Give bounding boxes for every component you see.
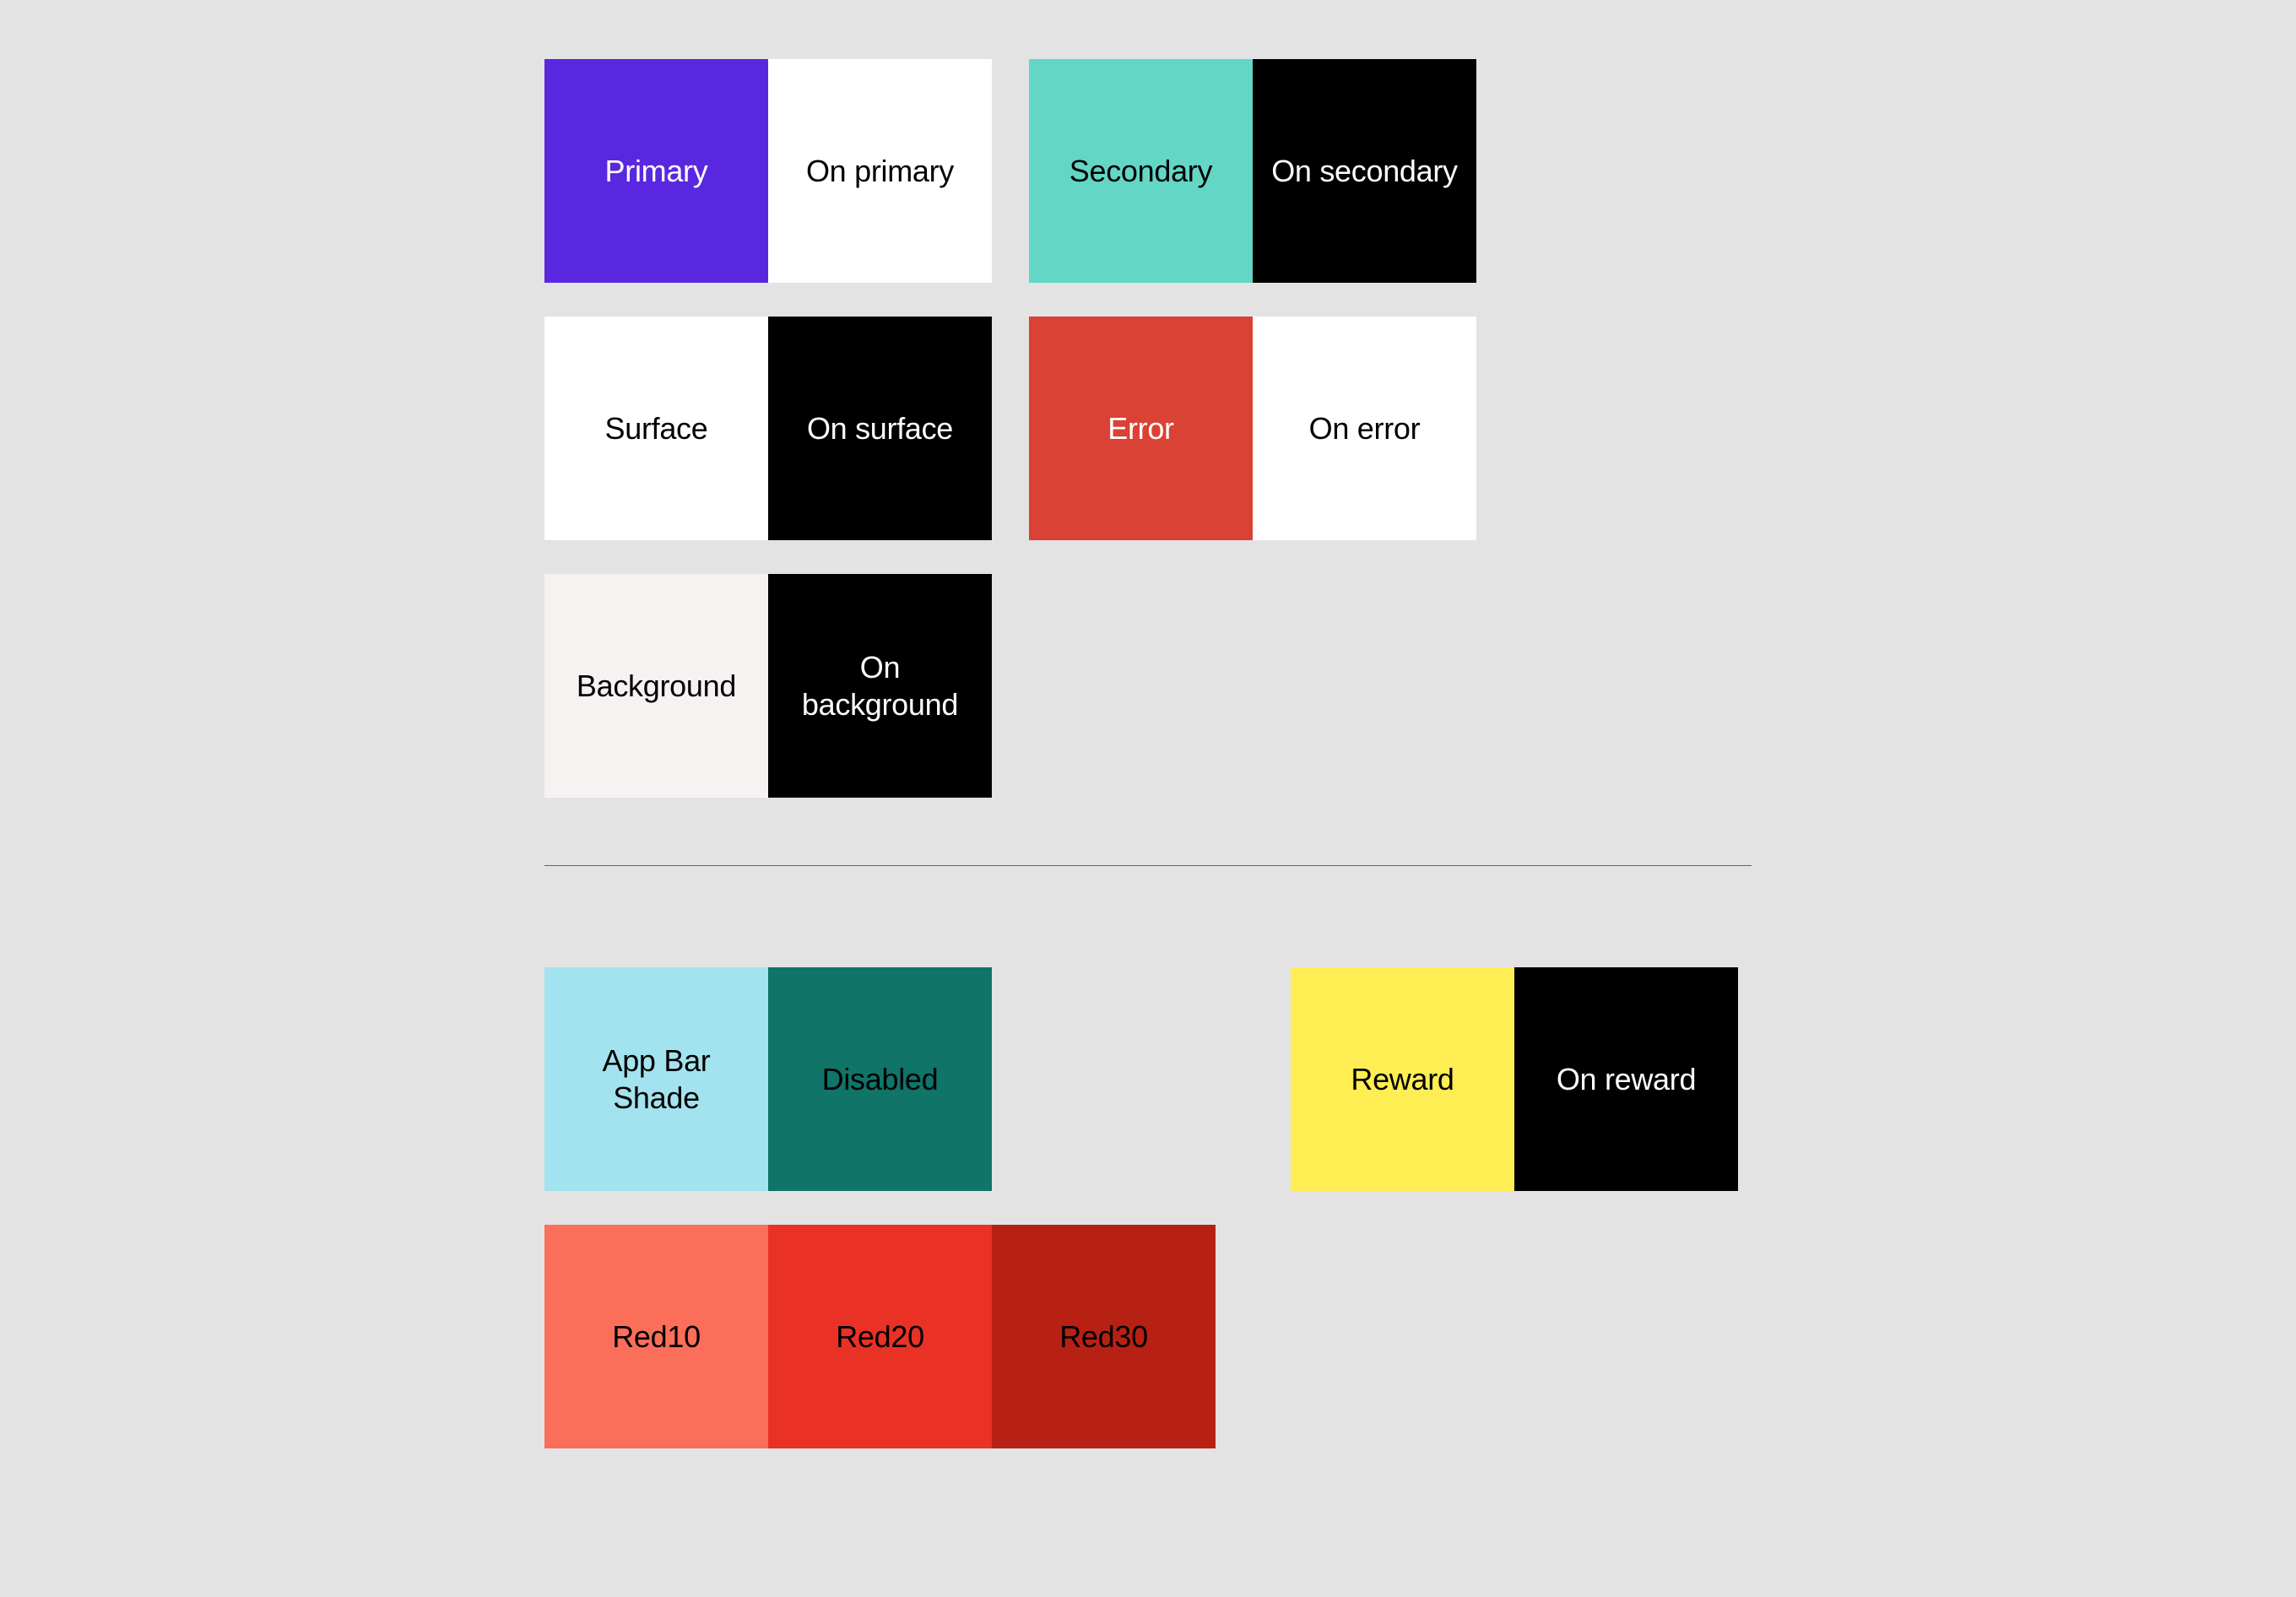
swatch-red30: Red30: [992, 1225, 1216, 1448]
row-primary-secondary: Primary On primary Secondary On secondar…: [544, 59, 1752, 283]
swatch-on-error: On error: [1253, 317, 1476, 540]
swatch-on-background: On background: [768, 574, 992, 798]
swatch-on-secondary: On secondary: [1253, 59, 1476, 283]
triple-reds: Red10 Red20 Red30: [544, 1225, 1216, 1448]
swatch-on-surface: On surface: [768, 317, 992, 540]
row-surface-error: Surface On surface Error On error: [544, 317, 1752, 540]
palette-container: Primary On primary Secondary On secondar…: [544, 59, 1752, 1563]
pair-surface: Surface On surface: [544, 317, 992, 540]
swatch-appbar-shade: App Bar Shade: [544, 967, 768, 1191]
swatch-reward: Reward: [1291, 967, 1514, 1191]
swatch-red10: Red10: [544, 1225, 768, 1448]
swatch-error: Error: [1029, 317, 1253, 540]
pair-appbar-disabled: App Bar Shade Disabled: [544, 967, 992, 1191]
swatch-background: Background: [544, 574, 768, 798]
swatch-secondary: Secondary: [1029, 59, 1253, 283]
row-appbar-reward: App Bar Shade Disabled Reward On reward: [544, 967, 1752, 1191]
pair-primary: Primary On primary: [544, 59, 992, 283]
pair-secondary: Secondary On secondary: [1029, 59, 1476, 283]
pair-reward: Reward On reward: [1291, 967, 1738, 1191]
swatch-on-primary: On primary: [768, 59, 992, 283]
swatch-red20: Red20: [768, 1225, 992, 1448]
section-divider: [544, 865, 1752, 866]
swatch-disabled: Disabled: [768, 967, 992, 1191]
row-background: Background On background: [544, 574, 1752, 798]
swatch-surface: Surface: [544, 317, 768, 540]
pair-background: Background On background: [544, 574, 992, 798]
swatch-primary: Primary: [544, 59, 768, 283]
row-reds: Red10 Red20 Red30: [544, 1225, 1752, 1448]
pair-error: Error On error: [1029, 317, 1476, 540]
swatch-on-reward: On reward: [1514, 967, 1738, 1191]
